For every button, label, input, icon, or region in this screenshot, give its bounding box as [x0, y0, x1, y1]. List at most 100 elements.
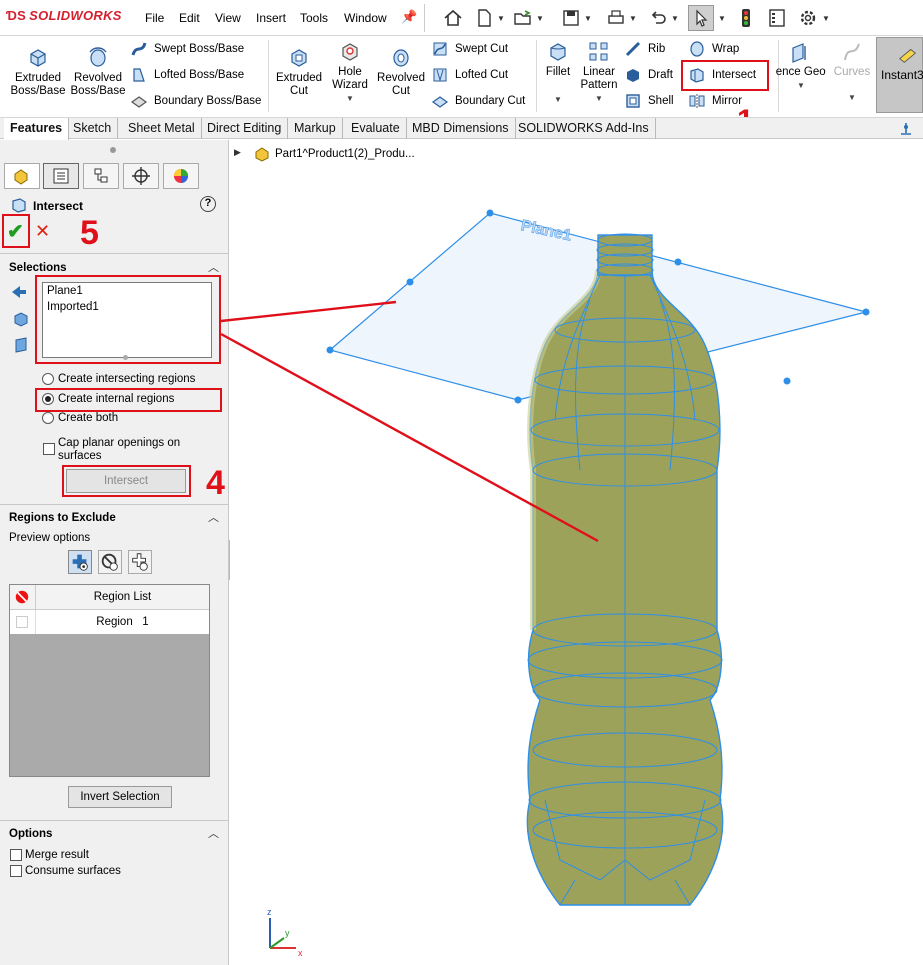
draft-button[interactable]: Draft: [624, 64, 673, 86]
print-icon[interactable]: [603, 5, 629, 31]
tab-sheet-metal[interactable]: Sheet Metal: [122, 118, 202, 139]
boundary-boss-button[interactable]: Boundary Boss/Base: [130, 90, 261, 112]
menu-view[interactable]: View: [215, 11, 241, 25]
tab-direct-editing[interactable]: Direct Editing: [201, 118, 289, 139]
swept-boss-button[interactable]: Swept Boss/Base: [130, 38, 244, 60]
triad-z-label: z: [267, 907, 272, 917]
configuration-manager-tab[interactable]: [83, 163, 119, 189]
swept-cut-button[interactable]: Swept Cut: [431, 38, 508, 60]
highlight-internal-regions: [35, 388, 222, 412]
panel-grip[interactable]: [110, 147, 116, 153]
save-icon[interactable]: [558, 5, 584, 31]
ribbon-divider: [268, 40, 269, 112]
extruded-cut-button[interactable]: Extruded Cut: [272, 46, 326, 98]
undo-icon[interactable]: [645, 5, 671, 31]
chevron-down-icon[interactable]: ▼: [718, 14, 726, 23]
pin-icon[interactable]: [898, 121, 914, 140]
hole-wizard-button[interactable]: Hole Wizard ▼: [326, 40, 374, 105]
revolved-boss-icon: [89, 47, 107, 67]
menu-edit[interactable]: Edit: [179, 11, 200, 25]
rib-button[interactable]: Rib: [624, 38, 665, 60]
radio-intersecting-regions[interactable]: Create intersecting regions: [42, 373, 195, 385]
shell-button[interactable]: Shell: [624, 90, 674, 112]
chevron-up-icon[interactable]: ︿: [208, 259, 219, 275]
cap-planar-checkbox[interactable]: [43, 443, 55, 455]
options-header[interactable]: Options: [9, 828, 52, 840]
tab-evaluate[interactable]: Evaluate: [345, 118, 407, 139]
mirror-button[interactable]: Mirror: [688, 90, 742, 112]
chevron-down-icon[interactable]: ▼: [346, 92, 354, 105]
chevron-up-icon[interactable]: ︿: [208, 825, 219, 841]
region-list-header: Region List: [36, 585, 209, 610]
lofted-boss-button[interactable]: Lofted Boss/Base: [130, 64, 244, 86]
tab-solidworks-add-ins[interactable]: SOLIDWORKS Add-Ins: [512, 118, 656, 139]
model-viewport[interactable]: Plane1 z x y: [230, 140, 923, 965]
property-manager-tab[interactable]: [43, 163, 79, 189]
region-exclude-checkbox[interactable]: [16, 616, 28, 628]
bottle-neck: [597, 234, 653, 276]
chevron-down-icon[interactable]: ▼: [797, 79, 805, 92]
chevron-down-icon[interactable]: ▼: [848, 91, 856, 104]
gear-icon[interactable]: [795, 5, 821, 31]
home-icon[interactable]: [440, 5, 466, 31]
regions-to-exclude-header[interactable]: Regions to Exclude: [9, 512, 116, 524]
rebuild-traffic-light-icon[interactable]: [733, 5, 759, 31]
selections-header[interactable]: Selections: [9, 262, 67, 274]
invert-selection-button[interactable]: Invert Selection: [68, 786, 172, 808]
pin-icon[interactable]: 📌: [401, 9, 417, 25]
region-row-label[interactable]: Region 1: [36, 610, 209, 634]
feature-manager-tab[interactable]: [4, 163, 40, 189]
chevron-down-icon[interactable]: ▼: [629, 14, 637, 23]
extruded-boss-button[interactable]: Extruded Boss/Base: [8, 46, 68, 98]
menu-window[interactable]: Window: [344, 11, 387, 25]
menu-insert[interactable]: Insert: [256, 11, 286, 25]
fillet-button[interactable]: Fillet ▼: [540, 40, 576, 106]
merge-result-checkbox[interactable]: [10, 849, 22, 861]
chevron-down-icon[interactable]: ▼: [671, 14, 679, 23]
tab-markup[interactable]: Markup: [288, 118, 343, 139]
merge-result-label: Merge result: [25, 849, 89, 861]
table-row[interactable]: [10, 610, 36, 634]
divider: [424, 4, 425, 32]
chevron-down-icon[interactable]: ▼: [822, 14, 830, 23]
chevron-up-icon[interactable]: ︿: [208, 509, 219, 525]
chevron-down-icon[interactable]: ▼: [595, 92, 603, 105]
boundary-cut-button[interactable]: Boundary Cut: [431, 90, 525, 112]
preview-included-icon[interactable]: [68, 550, 92, 574]
tab-mbd-dimensions[interactable]: MBD Dimensions: [406, 118, 516, 139]
open-folder-icon[interactable]: [510, 5, 536, 31]
chevron-down-icon[interactable]: ▼: [584, 14, 592, 23]
preview-excluded-icon[interactable]: [98, 550, 122, 574]
lofted-cut-button[interactable]: Lofted Cut: [431, 64, 508, 86]
chevron-down-icon[interactable]: ▼: [554, 93, 562, 106]
new-document-icon[interactable]: [471, 5, 497, 31]
menu-tools[interactable]: Tools: [300, 11, 328, 25]
reference-geometry-button[interactable]: Reference Geometry ▼: [776, 40, 826, 92]
file-properties-icon[interactable]: [764, 5, 790, 31]
tab-features[interactable]: Features: [4, 118, 70, 140]
revolved-boss-button[interactable]: Revolved Boss/Base: [68, 46, 128, 98]
preview-options-label: Preview options: [9, 532, 91, 544]
tab-sketch[interactable]: Sketch: [67, 118, 119, 139]
shell-icon: [626, 94, 640, 108]
dimxpert-tab[interactable]: [123, 163, 159, 189]
triad-y-label: y: [285, 928, 290, 938]
ok-check-icon[interactable]: ✔: [7, 219, 24, 244]
instant3d-button[interactable]: Instant3D: [876, 37, 923, 113]
divider: [0, 820, 229, 821]
cancel-x-icon[interactable]: ✕: [35, 221, 50, 242]
wrap-icon: [690, 41, 704, 57]
preview-both-icon[interactable]: [128, 550, 152, 574]
display-manager-tab[interactable]: [163, 163, 199, 189]
chevron-down-icon[interactable]: ▼: [497, 14, 505, 23]
menu-file[interactable]: File: [145, 11, 164, 25]
linear-pattern-button[interactable]: Linear Pattern ▼: [578, 40, 620, 105]
revolved-cut-button[interactable]: Revolved Cut: [374, 46, 428, 98]
curves-button[interactable]: Curves ▼: [832, 40, 872, 104]
radio-create-both[interactable]: Create both: [42, 412, 118, 424]
help-icon[interactable]: ?: [200, 196, 216, 212]
wrap-button[interactable]: Wrap: [688, 38, 739, 60]
select-pointer-icon[interactable]: [688, 5, 714, 31]
consume-surfaces-checkbox[interactable]: [10, 865, 22, 877]
chevron-down-icon[interactable]: ▼: [536, 14, 544, 23]
